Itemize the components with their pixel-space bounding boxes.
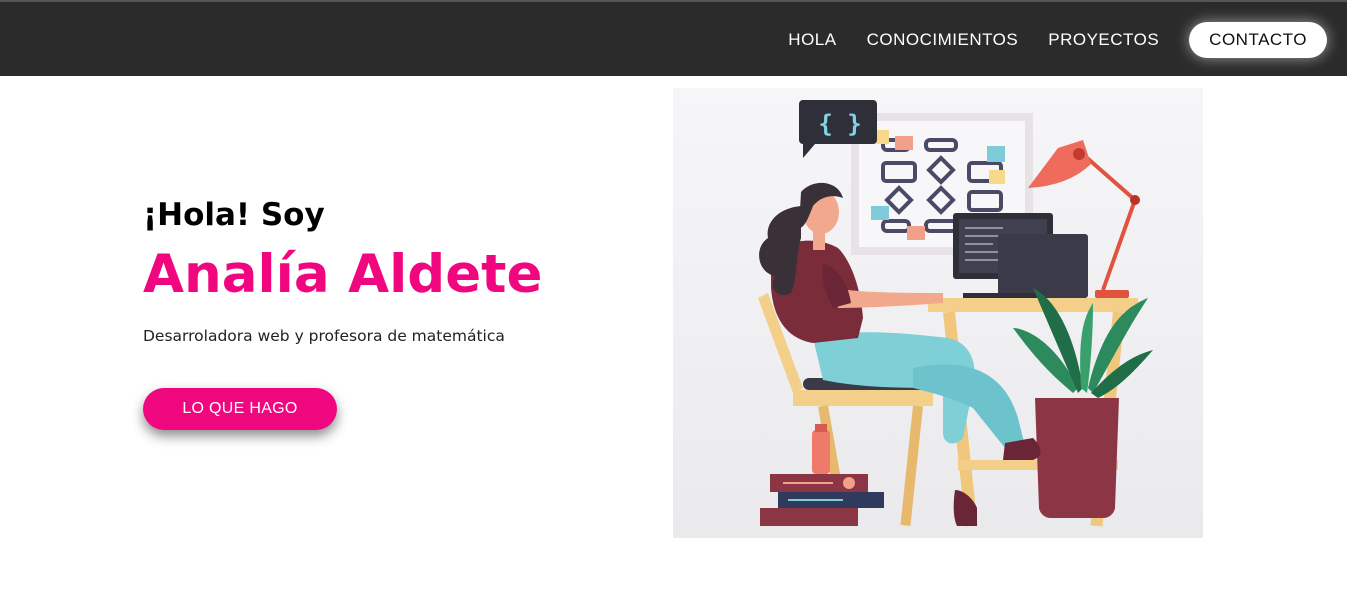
- hero-greeting: ¡Hola! Soy: [143, 197, 325, 233]
- plant-icon: [1013, 288, 1153, 519]
- main-nav: HOLA CONOCIMIENTOS PROYECTOS CONTACTO: [758, 22, 1327, 58]
- what-i-do-button[interactable]: LO QUE HAGO: [143, 388, 337, 430]
- top-navbar: HOLA CONOCIMIENTOS PROYECTOS CONTACTO: [0, 0, 1347, 76]
- developer-at-desk-illustration: { }: [758, 100, 1153, 527]
- contact-button[interactable]: CONTACTO: [1189, 22, 1327, 58]
- hero-illustration: { }: [673, 88, 1203, 538]
- monitor-icon: [953, 213, 1088, 299]
- hero-section: ¡Hola! Soy Analía Aldete Desarroladora w…: [143, 195, 623, 345]
- nav-link-hola[interactable]: HOLA: [788, 30, 836, 50]
- books-icon: [760, 424, 884, 526]
- hero-subtitle: Desarroladora web y profesora de matemát…: [143, 327, 505, 345]
- nav-link-proyectos[interactable]: PROYECTOS: [1048, 30, 1159, 50]
- nav-link-conocimientos[interactable]: CONOCIMIENTOS: [867, 30, 1019, 50]
- code-bubble-text: { }: [818, 110, 861, 138]
- hero-name: Analía Aldete: [143, 244, 543, 305]
